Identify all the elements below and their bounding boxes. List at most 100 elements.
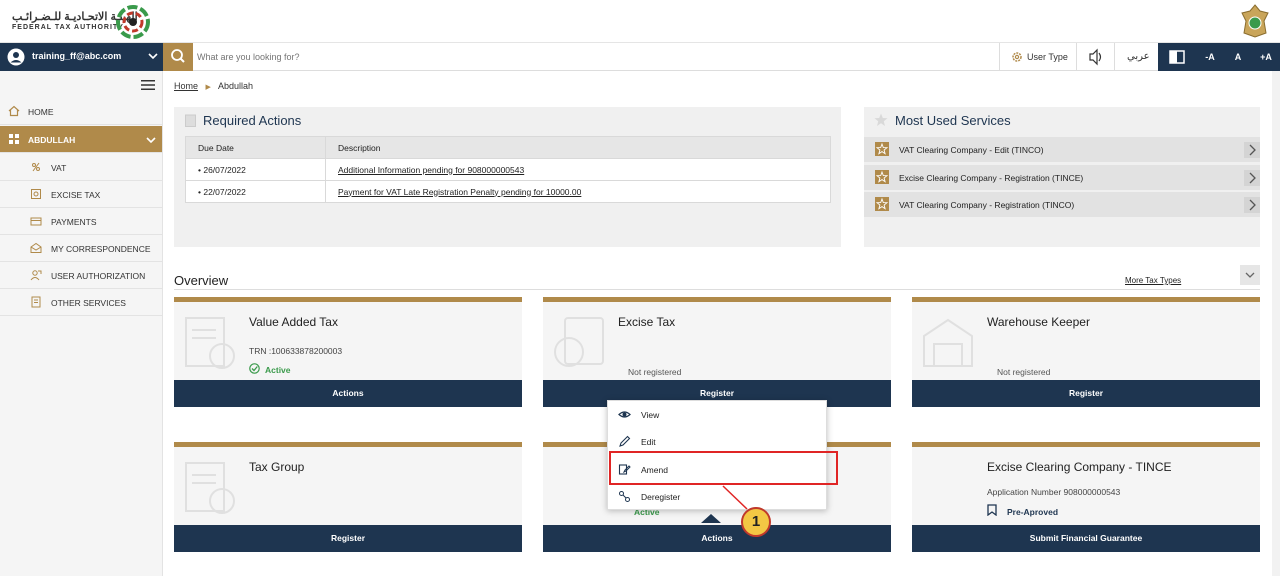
menu-item-label: Edit [641,437,656,447]
excise-tax-card: Excise Tax Not registered Register [543,297,891,407]
submit-financial-guarantee-button[interactable]: Submit Financial Guarantee [912,525,1260,552]
star-icon [874,113,888,126]
callout-number-badge: 1 [741,507,771,537]
chevron-right-icon[interactable] [1244,170,1260,186]
contrast-toggle-button[interactable] [1158,43,1196,71]
font-decrease-button[interactable]: -A [1196,43,1224,71]
actions-button[interactable]: Actions [543,525,891,552]
sidebar-item-abdullah[interactable]: ABDULLAH [0,126,162,153]
document-percent-icon [185,462,235,514]
chevron-down-icon[interactable] [148,51,158,61]
text-to-speech-button[interactable] [1076,43,1114,71]
required-actions-panel: Required Actions Due Date Description • … [174,107,841,247]
gear-icon [1012,52,1022,62]
page-scrollbar[interactable] [1272,71,1280,576]
warehouse-keeper-card: Warehouse Keeper Not registered Register [912,297,1260,407]
font-increase-button[interactable]: +A [1252,43,1280,71]
search-input[interactable] [197,47,897,67]
user-account-menu[interactable]: training_ff@abc.com [0,43,163,71]
user-email-label: training_ff@abc.com [32,51,122,61]
required-actions-title: Required Actions [203,113,302,128]
home-icon [8,105,20,117]
amend-highlight-box [609,451,838,485]
sidebar-item-label: USER AUTHORIZATION [51,271,146,281]
pencil-icon [619,435,631,447]
status-badge: Pre-Aproved [1007,507,1059,517]
sidebar-item-label: EXCISE TAX [51,190,101,200]
user-auth-icon [30,270,42,281]
sidebar-item-vat[interactable]: VAT [0,154,162,181]
service-item[interactable]: VAT Clearing Company - Registration (TIN… [864,192,1260,217]
hamburger-menu-icon[interactable] [141,79,155,91]
service-item[interactable]: VAT Clearing Company - Edit (TINCO) [864,137,1260,162]
font-normal-button[interactable]: A [1224,43,1252,71]
chevron-down-icon[interactable] [146,135,156,145]
registration-status: Not registered [628,367,682,377]
card-title: Warehouse Keeper [987,315,1090,329]
chevron-right-icon[interactable] [1244,197,1260,213]
breadcrumb: Home ▶ Abdullah [174,81,253,91]
card-title: Excise Clearing Company - TINCE [987,460,1172,474]
register-button[interactable]: Register [912,380,1260,407]
top-toolbar: training_ff@abc.com User Type عربي -A A [0,43,1280,71]
sidebar-item-label: PAYMENTS [51,217,97,227]
register-button[interactable]: Register [174,525,522,552]
clipboard-icon [185,114,196,127]
speaker-icon [1089,48,1102,66]
search-button[interactable] [163,43,193,71]
sidebar-item-payments[interactable]: PAYMENTS [0,208,162,235]
required-actions-table: Due Date Description • 26/07/2022 Additi… [185,136,831,203]
sidebar-item-my-correspondence[interactable]: MY CORRESPONDENCE [0,235,162,262]
site-header: الهيئـة الاتحـاديـة للـضـرائـب FEDERAL T… [0,0,1280,43]
breadcrumb-current: Abdullah [217,81,253,91]
star-icon [875,197,889,211]
menu-item-view[interactable]: View [608,401,826,428]
table-header-due-date: Due Date [185,136,326,159]
excise-clearing-company-card: Excise Clearing Company - TINCE Applicat… [912,442,1260,552]
payments-icon [30,217,42,226]
dropdown-caret-icon [701,514,721,523]
language-toggle-button[interactable]: عربي [1114,43,1158,71]
document-percent-icon [185,317,235,369]
logo-english-text: FEDERAL TAX AUTHORITY [12,24,124,31]
sidebar-item-label: MY CORRESPONDENCE [51,244,151,254]
star-icon [875,170,889,184]
sidebar-item-label: OTHER SERVICES [51,298,126,308]
breadcrumb-home-link[interactable]: Home [174,81,198,91]
fta-logo-icon[interactable] [116,5,150,39]
vat-icon [32,162,40,172]
action-description-link[interactable]: Additional Information pending for 90800… [338,165,524,175]
calculator-percent-icon [554,317,604,367]
more-tax-types-link[interactable]: More Tax Types [1125,276,1181,285]
user-type-selector[interactable]: User Type [999,43,1075,71]
card-title: Excise Tax [618,315,676,329]
check-circle-icon [249,363,260,374]
overview-collapse-button[interactable] [1240,265,1260,285]
status-badge: Active [265,365,291,375]
table-header-row: Due Date Description [185,136,831,159]
service-item-label: VAT Clearing Company - Registration (TIN… [899,200,1075,210]
menu-item-label: Deregister [641,492,681,502]
vat-card: Value Added Tax TRN :100633878200003 Act… [174,297,522,407]
sidebar-item-label: ABDULLAH [28,135,76,145]
actions-button[interactable]: Actions [174,380,522,407]
chevron-right-icon[interactable] [1244,142,1260,158]
sidebar-item-other-services[interactable]: OTHER SERVICES [0,289,162,316]
service-item-label: VAT Clearing Company - Edit (TINCO) [899,145,1044,155]
contrast-icon [1169,50,1185,64]
chevron-down-icon [1245,272,1255,278]
action-description-link[interactable]: Payment for VAT Late Registration Penalt… [338,187,581,197]
arabic-label: عربي [1127,51,1150,62]
sidebar-item-excise-tax[interactable]: EXCISE TAX [0,181,162,208]
other-services-icon [31,296,41,308]
search-icon [171,49,185,63]
sidebar-item-home[interactable]: HOME [0,98,162,125]
application-number-label: Application Number 908000000543 [987,487,1121,497]
menu-item-deregister[interactable]: Deregister [608,483,826,510]
sidebar-item-label: HOME [28,107,54,117]
table-row: • 22/07/2022 Payment for VAT Late Regist… [185,180,831,203]
sidebar-item-user-authorization[interactable]: USER AUTHORIZATION [0,262,162,289]
user-avatar-icon [7,48,25,66]
overview-title: Overview [174,273,229,288]
service-item[interactable]: Excise Clearing Company - Registration (… [864,165,1260,190]
